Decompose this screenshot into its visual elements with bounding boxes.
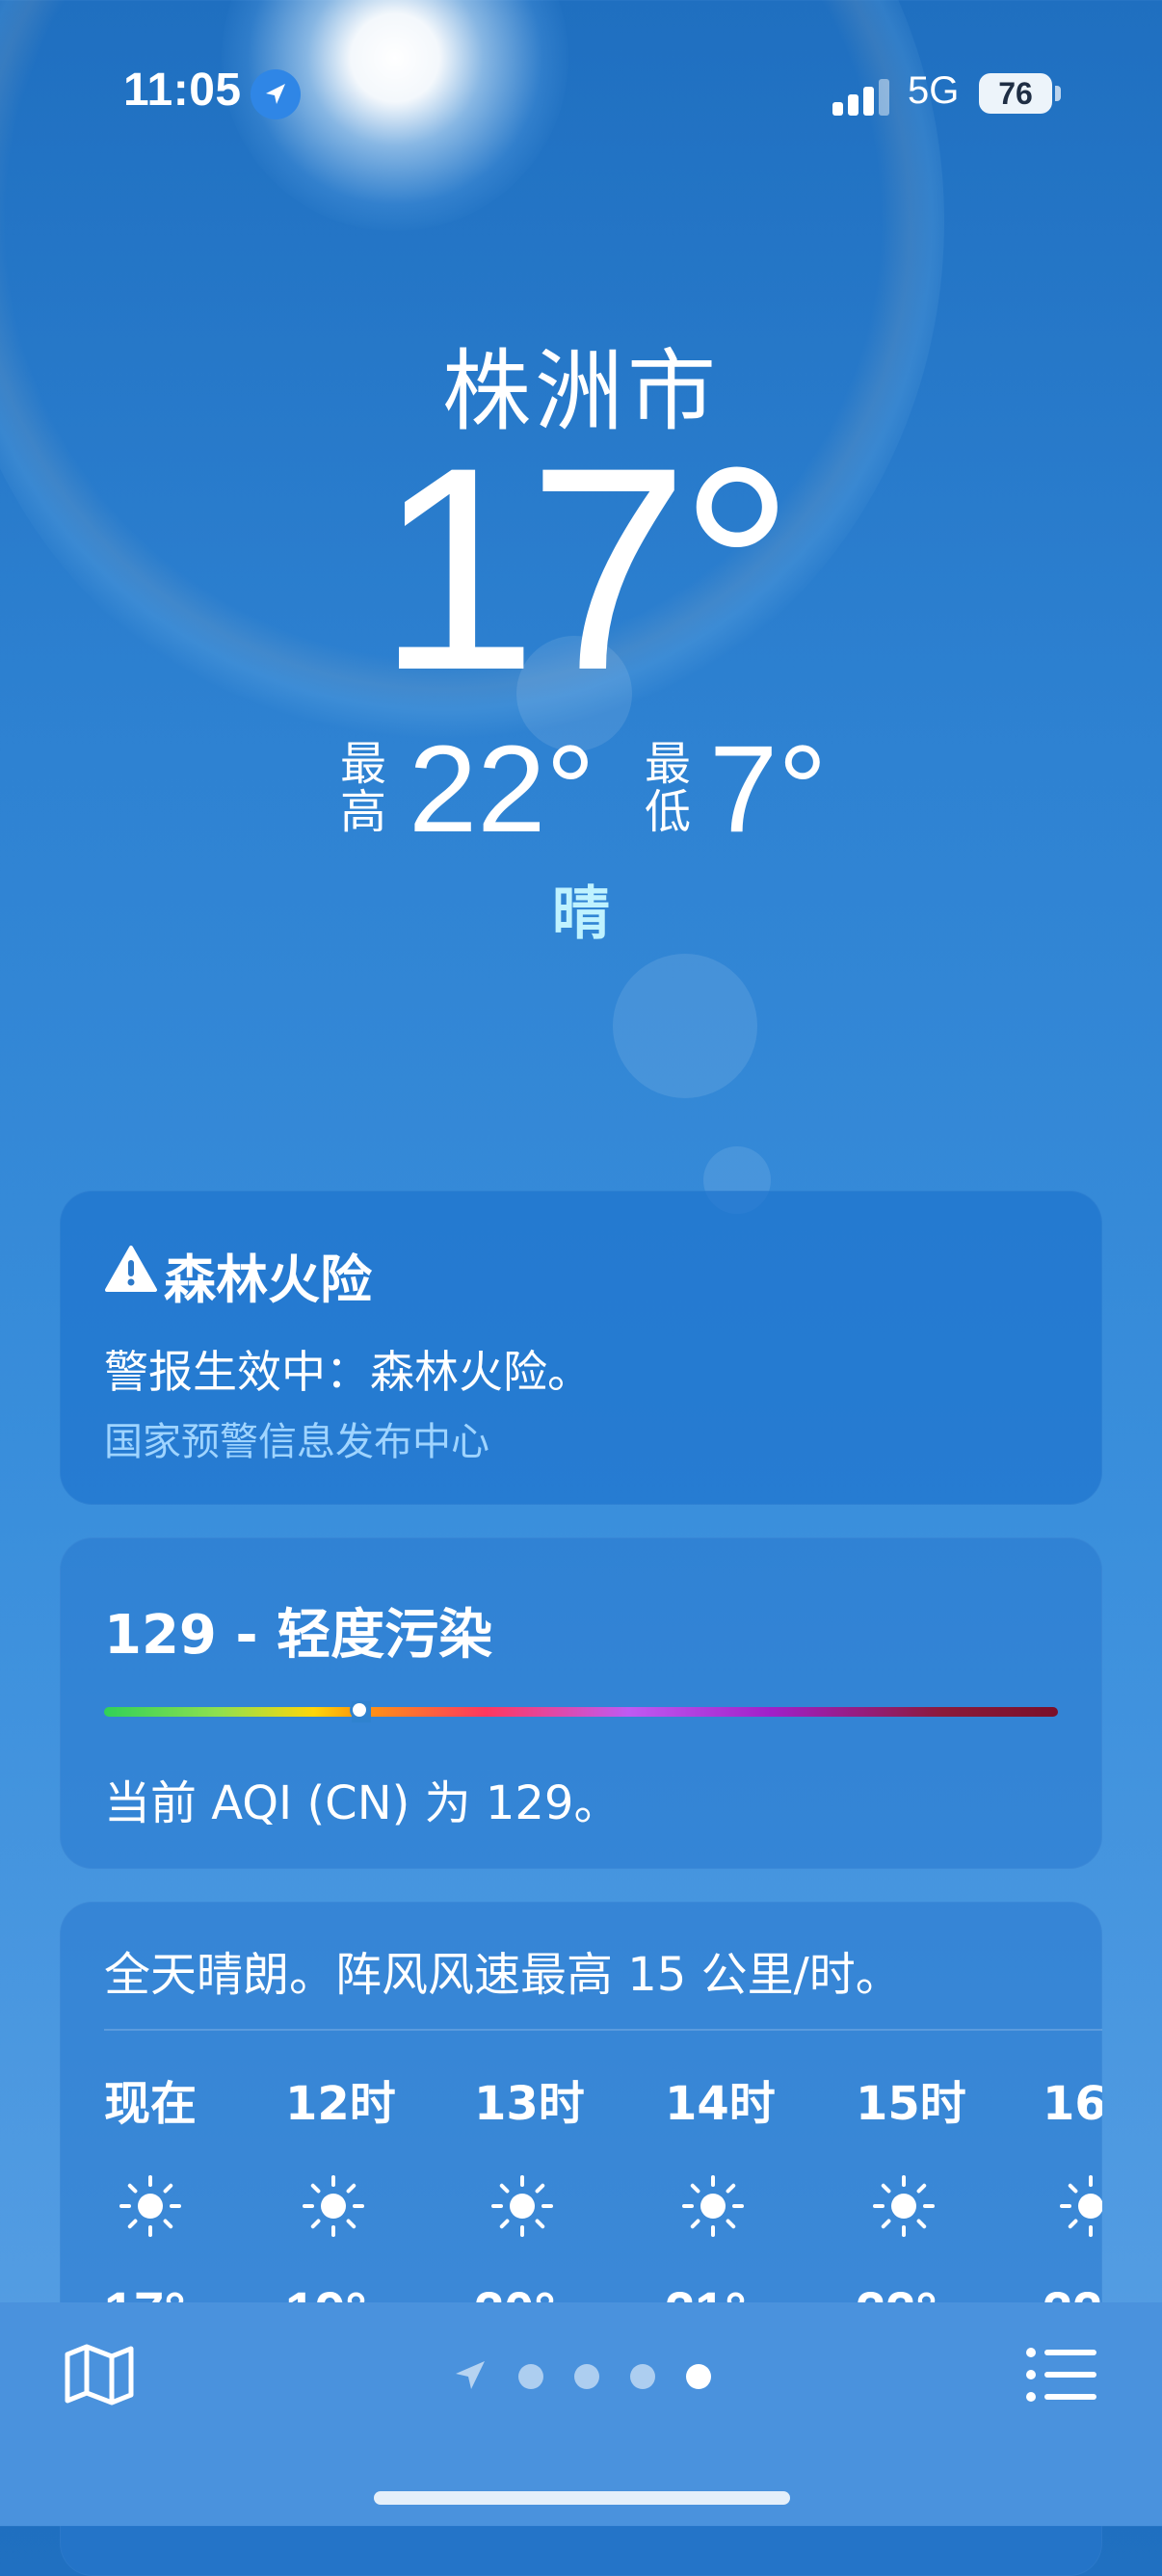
- alert-source[interactable]: 国家预警信息发布中心: [104, 1410, 489, 1466]
- forest-fire-alert-card[interactable]: 森林火险 警报生效中：森林火险。 国家预警信息发布中心: [60, 1191, 1102, 1505]
- page-indicator[interactable]: [453, 2353, 723, 2397]
- sun-icon: [119, 2175, 181, 2237]
- hour-label: 14时: [665, 2077, 776, 2131]
- alert-title: 森林火险: [164, 1249, 372, 1310]
- hour-label: 现在: [104, 2077, 198, 2131]
- sun-icon: [873, 2175, 935, 2237]
- lens-flare: [613, 954, 757, 1098]
- location-arrow-icon: [251, 69, 301, 119]
- high-temperature: 22°: [409, 721, 595, 858]
- high-label: 最高: [339, 737, 386, 839]
- warning-triangle-icon: [104, 1245, 158, 1293]
- sun-icon: [682, 2175, 744, 2237]
- page-dot: [574, 2364, 599, 2389]
- hour-item: 15时 22°: [856, 2065, 1019, 2342]
- current-temperature: 17°: [377, 407, 795, 730]
- aqi-indicator: [353, 1703, 366, 1717]
- network-type: 5G: [908, 69, 960, 112]
- weather-condition: 晴: [552, 881, 610, 948]
- list-icon: [1026, 2348, 1096, 2402]
- hour-label: 12时: [285, 2077, 396, 2131]
- home-indicator[interactable]: [374, 2491, 790, 2505]
- hour-item: 现在 17°: [104, 2065, 268, 2342]
- aqi-description: 当前 AQI (CN) 为 129。: [104, 1776, 621, 1830]
- hour-label: 15时: [856, 2077, 966, 2131]
- hour-item: 16时 22°: [1043, 2065, 1102, 2342]
- alert-description: 警报生效中：森林火险。: [104, 1346, 592, 1398]
- sun-icon: [1060, 2175, 1102, 2237]
- aqi-scale-bar: [104, 1707, 1058, 1717]
- hour-label: 13时: [474, 2077, 585, 2131]
- sun-icon: [303, 2175, 364, 2237]
- low-label: 最低: [644, 737, 691, 839]
- page-dot-active: [686, 2364, 711, 2389]
- page-dot: [518, 2364, 543, 2389]
- battery-cap: [1055, 86, 1061, 101]
- location-arrow-icon: [456, 2361, 485, 2389]
- battery-icon: 76: [979, 73, 1052, 114]
- status-bar: 11:05 5G 76: [0, 0, 1162, 193]
- city-list-button[interactable]: [1025, 2341, 1098, 2408]
- low-temperature: 7°: [709, 721, 828, 858]
- bottom-toolbar: [0, 2302, 1162, 2526]
- signal-bars-icon: [832, 75, 890, 116]
- divider: [104, 2029, 1102, 2031]
- status-time: 11:05: [123, 65, 242, 116]
- forecast-summary: 全天晴朗。阵风风速最高 15 公里/时。: [104, 1948, 902, 2002]
- map-icon: [65, 2344, 134, 2405]
- map-button[interactable]: [64, 2339, 135, 2410]
- sun-icon: [491, 2175, 553, 2237]
- hour-label: 16时: [1043, 2077, 1102, 2131]
- page-dot: [630, 2364, 655, 2389]
- hour-item: 13时 20°: [474, 2065, 638, 2342]
- aqi-title: 129 - 轻度污染: [104, 1604, 493, 1667]
- air-quality-card[interactable]: 129 - 轻度污染 当前 AQI (CN) 为 129。: [60, 1538, 1102, 1869]
- hour-item: 12时 19°: [285, 2065, 449, 2342]
- hour-item: 14时 21°: [665, 2065, 829, 2342]
- high-low-temperature: 最高 22° 最低 7°: [0, 721, 1162, 858]
